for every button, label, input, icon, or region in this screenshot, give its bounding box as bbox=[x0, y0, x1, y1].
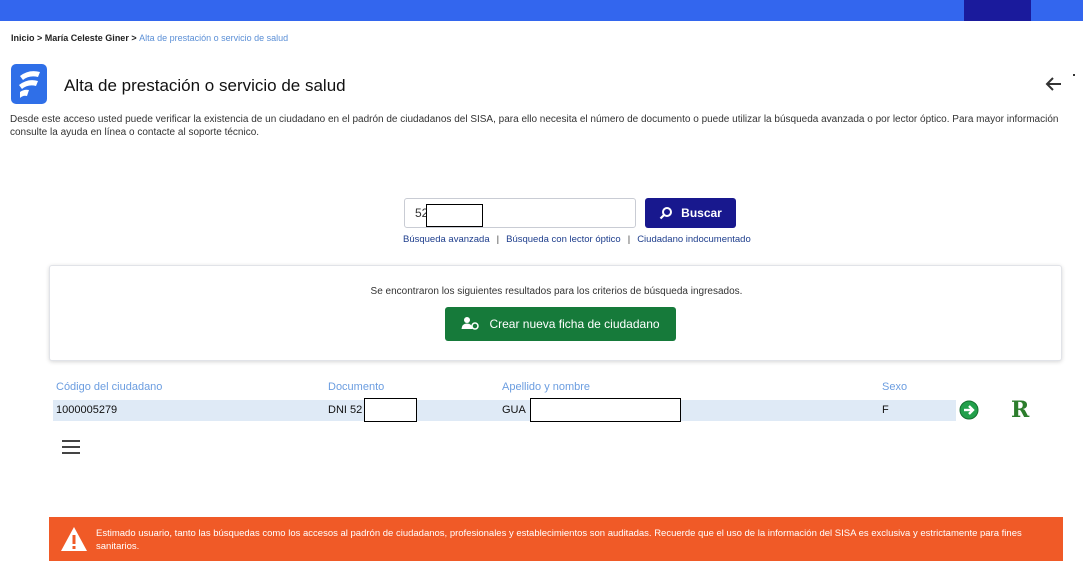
advanced-search-link[interactable]: Búsqueda avanzada bbox=[403, 234, 490, 245]
search-links: Búsqueda avanzada | Búsqueda con lector óp… bbox=[403, 234, 751, 245]
menu-icon[interactable] bbox=[62, 440, 80, 454]
back-arrow-icon[interactable] bbox=[1044, 72, 1076, 96]
breadcrumb-separator: > bbox=[34, 33, 45, 43]
breadcrumb-current: Alta de prestación o servicio de salud bbox=[139, 33, 289, 43]
cell-code: 1000005279 bbox=[56, 404, 118, 416]
create-citizen-button[interactable]: Crear nueva ficha de ciudadano bbox=[445, 307, 676, 341]
cell-sex: F bbox=[882, 404, 889, 416]
warning-icon bbox=[60, 526, 88, 552]
search-icon bbox=[659, 206, 673, 220]
link-separator: | bbox=[496, 234, 500, 245]
results-panel: Se encontraron los siguientes resultados… bbox=[49, 265, 1062, 361]
results-message: Se encontraron los siguientes resultados… bbox=[370, 286, 743, 297]
cell-document: DNI 52 bbox=[328, 404, 363, 416]
top-bar bbox=[0, 0, 1083, 21]
r-badge-icon[interactable]: R bbox=[1011, 398, 1029, 422]
alert-text: Estimado usuario, tanto las búsquedas co… bbox=[96, 528, 1022, 552]
breadcrumb-user[interactable]: María Celeste Giner bbox=[45, 33, 129, 43]
breadcrumb-home[interactable]: Inicio bbox=[11, 33, 35, 43]
column-header-sex: Sexo bbox=[882, 381, 908, 393]
go-arrow-icon[interactable] bbox=[959, 400, 979, 420]
search-button[interactable]: Buscar bbox=[645, 198, 736, 228]
create-citizen-label: Crear nueva ficha de ciudadano bbox=[489, 317, 660, 331]
redaction-box bbox=[426, 204, 483, 227]
user-add-icon bbox=[461, 316, 480, 333]
breadcrumb: Inicio > María Celeste Giner > Alta de p… bbox=[11, 33, 288, 43]
undocumented-citizen-link[interactable]: Ciudadano indocumentado bbox=[637, 234, 751, 245]
redaction-box bbox=[364, 398, 417, 422]
optical-reader-search-link[interactable]: Búsqueda con lector óptico bbox=[506, 234, 621, 245]
page-description: Desde este acceso usted puede verificar … bbox=[10, 114, 1059, 138]
app-logo-icon bbox=[11, 64, 47, 104]
breadcrumb-separator: > bbox=[128, 33, 140, 43]
search-button-label: Buscar bbox=[681, 206, 722, 220]
page-title: Alta de prestación o servicio de salud bbox=[64, 76, 346, 95]
column-header-name: Apellido y nombre bbox=[502, 381, 591, 393]
link-separator: | bbox=[627, 234, 631, 245]
top-bar-user-block[interactable] bbox=[964, 0, 1031, 21]
cell-name: GUA bbox=[502, 404, 526, 416]
audit-alert-banner: Estimado usuario, tanto las búsquedas co… bbox=[49, 517, 1063, 561]
redaction-box bbox=[530, 398, 681, 422]
column-header-code: Código del ciudadano bbox=[56, 381, 163, 393]
column-header-document: Documento bbox=[328, 381, 385, 393]
